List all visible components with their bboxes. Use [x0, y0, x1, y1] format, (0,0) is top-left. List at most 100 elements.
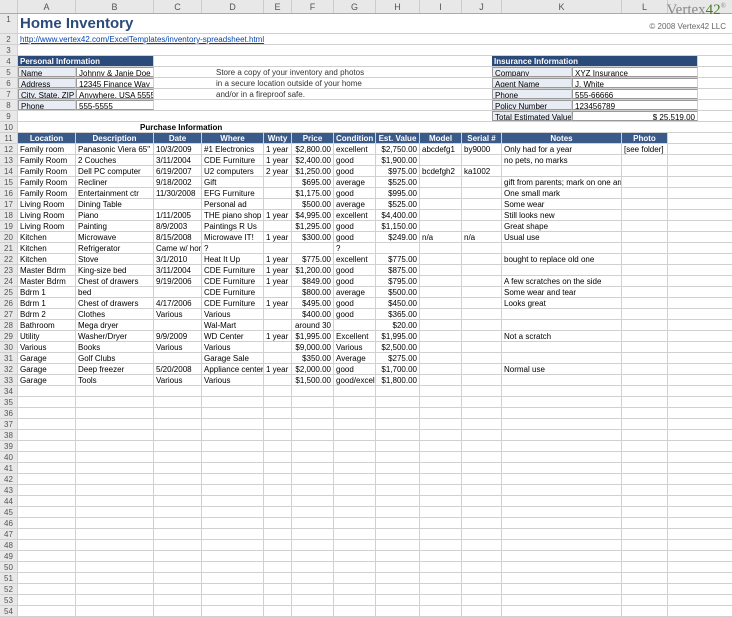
- cell[interactable]: [622, 518, 668, 528]
- table-row[interactable]: 39: [0, 441, 732, 452]
- table-row[interactable]: 14Family RoomDell PC computer6/19/2007U2…: [0, 166, 732, 177]
- cell[interactable]: good: [334, 232, 376, 242]
- cell[interactable]: [334, 518, 376, 528]
- cell[interactable]: [502, 551, 622, 561]
- cell[interactable]: [292, 441, 334, 451]
- cell[interactable]: bought to replace old one: [502, 254, 622, 264]
- cell[interactable]: average: [334, 287, 376, 297]
- cell[interactable]: [462, 474, 502, 484]
- cell[interactable]: [264, 386, 292, 396]
- cell[interactable]: [622, 342, 668, 352]
- cell[interactable]: Panasonic Viera 65": [76, 144, 154, 154]
- cell[interactable]: [622, 562, 668, 572]
- cell[interactable]: [462, 551, 502, 561]
- cell[interactable]: [420, 562, 462, 572]
- cell[interactable]: [420, 419, 462, 429]
- cell[interactable]: [502, 243, 622, 253]
- table-row[interactable]: 42: [0, 474, 732, 485]
- table-row[interactable]: 24Master BdrmChest of drawers9/19/2006CD…: [0, 276, 732, 287]
- cell[interactable]: [622, 331, 668, 341]
- cell[interactable]: [376, 441, 420, 451]
- personal-value[interactable]: Johnny & Janie Doe: [76, 67, 154, 77]
- cell[interactable]: [202, 540, 264, 550]
- cell[interactable]: CDE Furniture: [202, 287, 264, 297]
- cell[interactable]: $2,800.00: [292, 144, 334, 154]
- cell[interactable]: 8/15/2008: [154, 232, 202, 242]
- cell[interactable]: [420, 320, 462, 330]
- cell[interactable]: [18, 573, 76, 583]
- table-row[interactable]: 23Master BdrmKing-size bed3/11/2004CDE F…: [0, 265, 732, 276]
- cell[interactable]: [462, 254, 502, 264]
- cell[interactable]: [264, 375, 292, 385]
- cell[interactable]: [76, 463, 154, 473]
- cell[interactable]: $400.00: [292, 309, 334, 319]
- cell[interactable]: [292, 496, 334, 506]
- cell[interactable]: [264, 507, 292, 517]
- cell[interactable]: [622, 199, 668, 209]
- cell[interactable]: [154, 452, 202, 462]
- cell[interactable]: $1,295.00: [292, 221, 334, 231]
- cell[interactable]: [202, 452, 264, 462]
- cell[interactable]: [154, 441, 202, 451]
- cell[interactable]: [202, 595, 264, 605]
- cell[interactable]: [462, 606, 502, 616]
- cell[interactable]: [502, 463, 622, 473]
- cell[interactable]: [202, 419, 264, 429]
- cell[interactable]: [376, 474, 420, 484]
- cell[interactable]: [376, 419, 420, 429]
- cell[interactable]: [622, 529, 668, 539]
- cell[interactable]: Bdrm 1: [18, 298, 76, 308]
- cell[interactable]: 1 year: [264, 155, 292, 165]
- cell[interactable]: Living Room: [18, 221, 76, 231]
- cell[interactable]: CDE Furniture: [202, 298, 264, 308]
- cell[interactable]: [622, 540, 668, 550]
- cell[interactable]: Mega dryer: [76, 320, 154, 330]
- cell[interactable]: [264, 199, 292, 209]
- cell[interactable]: [202, 551, 264, 561]
- table-row[interactable]: 38: [0, 430, 732, 441]
- cell[interactable]: $4,995.00: [292, 210, 334, 220]
- cell[interactable]: [420, 155, 462, 165]
- cell[interactable]: [76, 606, 154, 616]
- cell[interactable]: [202, 529, 264, 539]
- table-row[interactable]: 35: [0, 397, 732, 408]
- cell[interactable]: [334, 408, 376, 418]
- cell[interactable]: [622, 507, 668, 517]
- cell[interactable]: [376, 584, 420, 594]
- cell[interactable]: [622, 254, 668, 264]
- cell[interactable]: 3/1/2010: [154, 254, 202, 264]
- cell[interactable]: Painting: [76, 221, 154, 231]
- cell[interactable]: Clothes: [76, 309, 154, 319]
- cell[interactable]: [376, 430, 420, 440]
- cell[interactable]: [18, 551, 76, 561]
- cell[interactable]: [154, 496, 202, 506]
- cell[interactable]: [202, 386, 264, 396]
- cell[interactable]: [420, 408, 462, 418]
- table-row[interactable]: 22KitchenStove3/1/2010Heat It Up1 year$7…: [0, 254, 732, 265]
- cell[interactable]: [462, 298, 502, 308]
- cell[interactable]: [462, 518, 502, 528]
- cell[interactable]: $2,000.00: [292, 364, 334, 374]
- cell[interactable]: $495.00: [292, 298, 334, 308]
- cell[interactable]: [292, 485, 334, 495]
- cell[interactable]: [154, 386, 202, 396]
- insurance-value[interactable]: XYZ Insurance: [572, 67, 698, 77]
- cell[interactable]: [76, 562, 154, 572]
- cell[interactable]: n/a: [462, 232, 502, 242]
- cell[interactable]: [502, 474, 622, 484]
- cell[interactable]: $800.00: [292, 287, 334, 297]
- cell[interactable]: [376, 243, 420, 253]
- cell[interactable]: Personal ad: [202, 199, 264, 209]
- cell[interactable]: [420, 353, 462, 363]
- cell[interactable]: [502, 452, 622, 462]
- cell[interactable]: Family Room: [18, 177, 76, 187]
- cell[interactable]: [420, 474, 462, 484]
- cell[interactable]: [420, 463, 462, 473]
- cell[interactable]: 11/30/2008: [154, 188, 202, 198]
- cell[interactable]: Garage Sale: [202, 353, 264, 363]
- cell[interactable]: [334, 441, 376, 451]
- cell[interactable]: $1,250.00: [292, 166, 334, 176]
- cell[interactable]: [264, 408, 292, 418]
- cell[interactable]: around 30: [292, 320, 334, 330]
- cell[interactable]: Bathroom: [18, 320, 76, 330]
